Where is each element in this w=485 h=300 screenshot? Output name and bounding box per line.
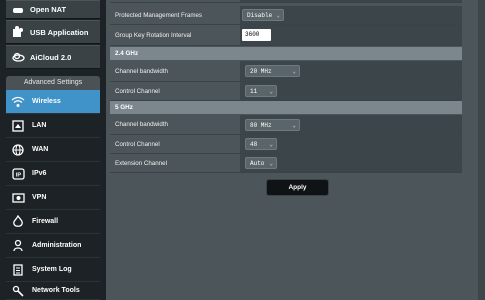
table-row xyxy=(110,0,462,3)
sidebar-item-label: AiCloud 2.0 xyxy=(30,52,72,62)
sidebar-item-network-tools[interactable]: Network Tools xyxy=(6,282,100,300)
firewall-icon xyxy=(10,215,26,229)
control-24-select[interactable]: 11 ⌄ xyxy=(245,85,277,97)
sidebar-item-label: Open NAT xyxy=(30,5,67,14)
advanced-settings-header: Advanced Settings xyxy=(6,76,100,90)
table-row-24-control: Control Channel 11 ⌄ xyxy=(110,82,462,101)
cloud-icon xyxy=(11,51,25,63)
sidebar-item-vpn[interactable]: VPN xyxy=(6,186,100,210)
sidebar-item-ipv6[interactable]: IP IPv6 xyxy=(6,162,100,186)
home-icon xyxy=(10,119,26,133)
sidebar-item-label: Wireless xyxy=(32,98,61,105)
sidebar-item-label: LAN xyxy=(32,122,47,129)
sidebar-item-label: Administration xyxy=(32,242,82,249)
sidebar-item-usb-application[interactable]: USB Application xyxy=(6,20,100,44)
table-row-5-bandwidth: Channel bandwidth 80 MHz ⌄ xyxy=(110,115,462,135)
pmf-label: Protected Management Frames xyxy=(115,12,203,19)
table-row-5-control: Control Channel 48 ⌄ xyxy=(110,135,462,154)
control-24-label: Control Channel xyxy=(115,88,160,95)
sidebar-item-label: System Log xyxy=(32,266,72,273)
bandwidth-24-label: Channel bandwidth xyxy=(115,68,168,75)
sidebar-item-system-log[interactable]: System Log xyxy=(6,258,100,282)
bandwidth-5-select[interactable]: 80 MHz ⌄ xyxy=(245,119,300,131)
sidebar-item-wireless[interactable]: Wireless xyxy=(6,90,100,114)
vpn-icon xyxy=(10,191,26,205)
sidebar-item-open-nat[interactable]: Open NAT xyxy=(6,0,100,19)
main-panel: Protected Management Frames Disable ⌄ Gr… xyxy=(106,0,485,300)
section-header-5ghz: 5 GHz xyxy=(110,101,462,114)
table-row-5-extension: Extension Channel Auto ⌄ xyxy=(110,154,462,173)
table-row-gkri: Group Key Rotation Interval 3600 xyxy=(110,25,462,46)
sidebar-item-label: VPN xyxy=(32,194,47,201)
control-5-select[interactable]: 48 ⌄ xyxy=(245,138,277,150)
table-row-24-bandwidth: Channel bandwidth 20 MHz ⌄ xyxy=(110,61,462,82)
chevron-down-icon: ⌄ xyxy=(276,12,280,19)
bandwidth-24-select[interactable]: 20 MHz ⌄ xyxy=(245,65,300,77)
sidebar-item-administration[interactable]: Administration xyxy=(6,234,100,258)
control-5-label: Control Channel xyxy=(115,141,160,148)
chevron-down-icon: ⌄ xyxy=(269,88,273,95)
value-cell: Auto ⌄ xyxy=(240,154,462,172)
value-cell: 48 ⌄ xyxy=(240,135,462,153)
globe-icon xyxy=(10,143,26,157)
sidebar-item-lan[interactable]: LAN xyxy=(6,114,100,138)
extension-5-label: Extension Channel xyxy=(115,160,167,167)
sidebar-item-label: USB Application xyxy=(30,27,89,37)
value-cell: Disable ⌄ xyxy=(240,6,462,24)
value-cell: 11 ⌄ xyxy=(240,82,462,100)
log-icon xyxy=(10,263,26,277)
value-cell xyxy=(240,0,462,2)
value-cell: 20 MHz ⌄ xyxy=(240,61,462,81)
sidebar: Open NAT USB Application AiCloud 2.0 Adv… xyxy=(0,0,106,300)
ipv6-icon: IP xyxy=(10,167,26,181)
sidebar-item-label: WAN xyxy=(32,146,49,153)
admin-icon xyxy=(10,239,26,253)
game-controller-icon xyxy=(11,4,25,16)
section-header-2-4ghz: 2.4 GHz xyxy=(110,47,462,60)
svg-text:IP: IP xyxy=(15,172,21,178)
gkri-label: Group Key Rotation Interval xyxy=(115,32,192,39)
tools-icon xyxy=(10,284,26,298)
chevron-down-icon: ⌄ xyxy=(292,122,296,129)
puzzle-icon xyxy=(11,26,25,38)
bandwidth-5-label: Channel bandwidth xyxy=(115,121,168,128)
pmf-value: Disable xyxy=(247,12,273,19)
chevron-down-icon: ⌄ xyxy=(292,68,296,75)
extension-5-select[interactable]: Auto ⌄ xyxy=(245,157,277,169)
sidebar-item-label: Firewall xyxy=(32,218,59,225)
value-cell: 3600 xyxy=(240,25,462,45)
chevron-down-icon: ⌄ xyxy=(269,141,273,148)
sidebar-item-label: IPv6 xyxy=(32,170,47,177)
wifi-icon xyxy=(10,95,26,109)
value-cell: 80 MHz ⌄ xyxy=(240,115,462,134)
control-5-value: 48 xyxy=(250,141,258,148)
apply-button[interactable]: Apply xyxy=(266,179,329,196)
bandwidth-5-value: 80 MHz xyxy=(250,122,272,129)
gkri-input[interactable]: 3600 xyxy=(242,29,271,41)
extension-5-value: Auto xyxy=(250,160,265,167)
sidebar-item-label: Network Tools xyxy=(32,287,80,294)
sidebar-item-firewall[interactable]: Firewall xyxy=(6,210,100,234)
sidebar-item-wan[interactable]: WAN xyxy=(6,138,100,162)
table-row-pmf: Protected Management Frames Disable ⌄ xyxy=(110,6,462,25)
scrollbar[interactable] xyxy=(478,0,485,300)
sidebar-item-aicloud[interactable]: AiCloud 2.0 xyxy=(6,45,100,69)
control-24-value: 11 xyxy=(250,88,258,95)
bandwidth-24-value: 20 MHz xyxy=(250,68,272,75)
pmf-select[interactable]: Disable ⌄ xyxy=(242,9,284,21)
chevron-down-icon: ⌄ xyxy=(269,160,273,167)
